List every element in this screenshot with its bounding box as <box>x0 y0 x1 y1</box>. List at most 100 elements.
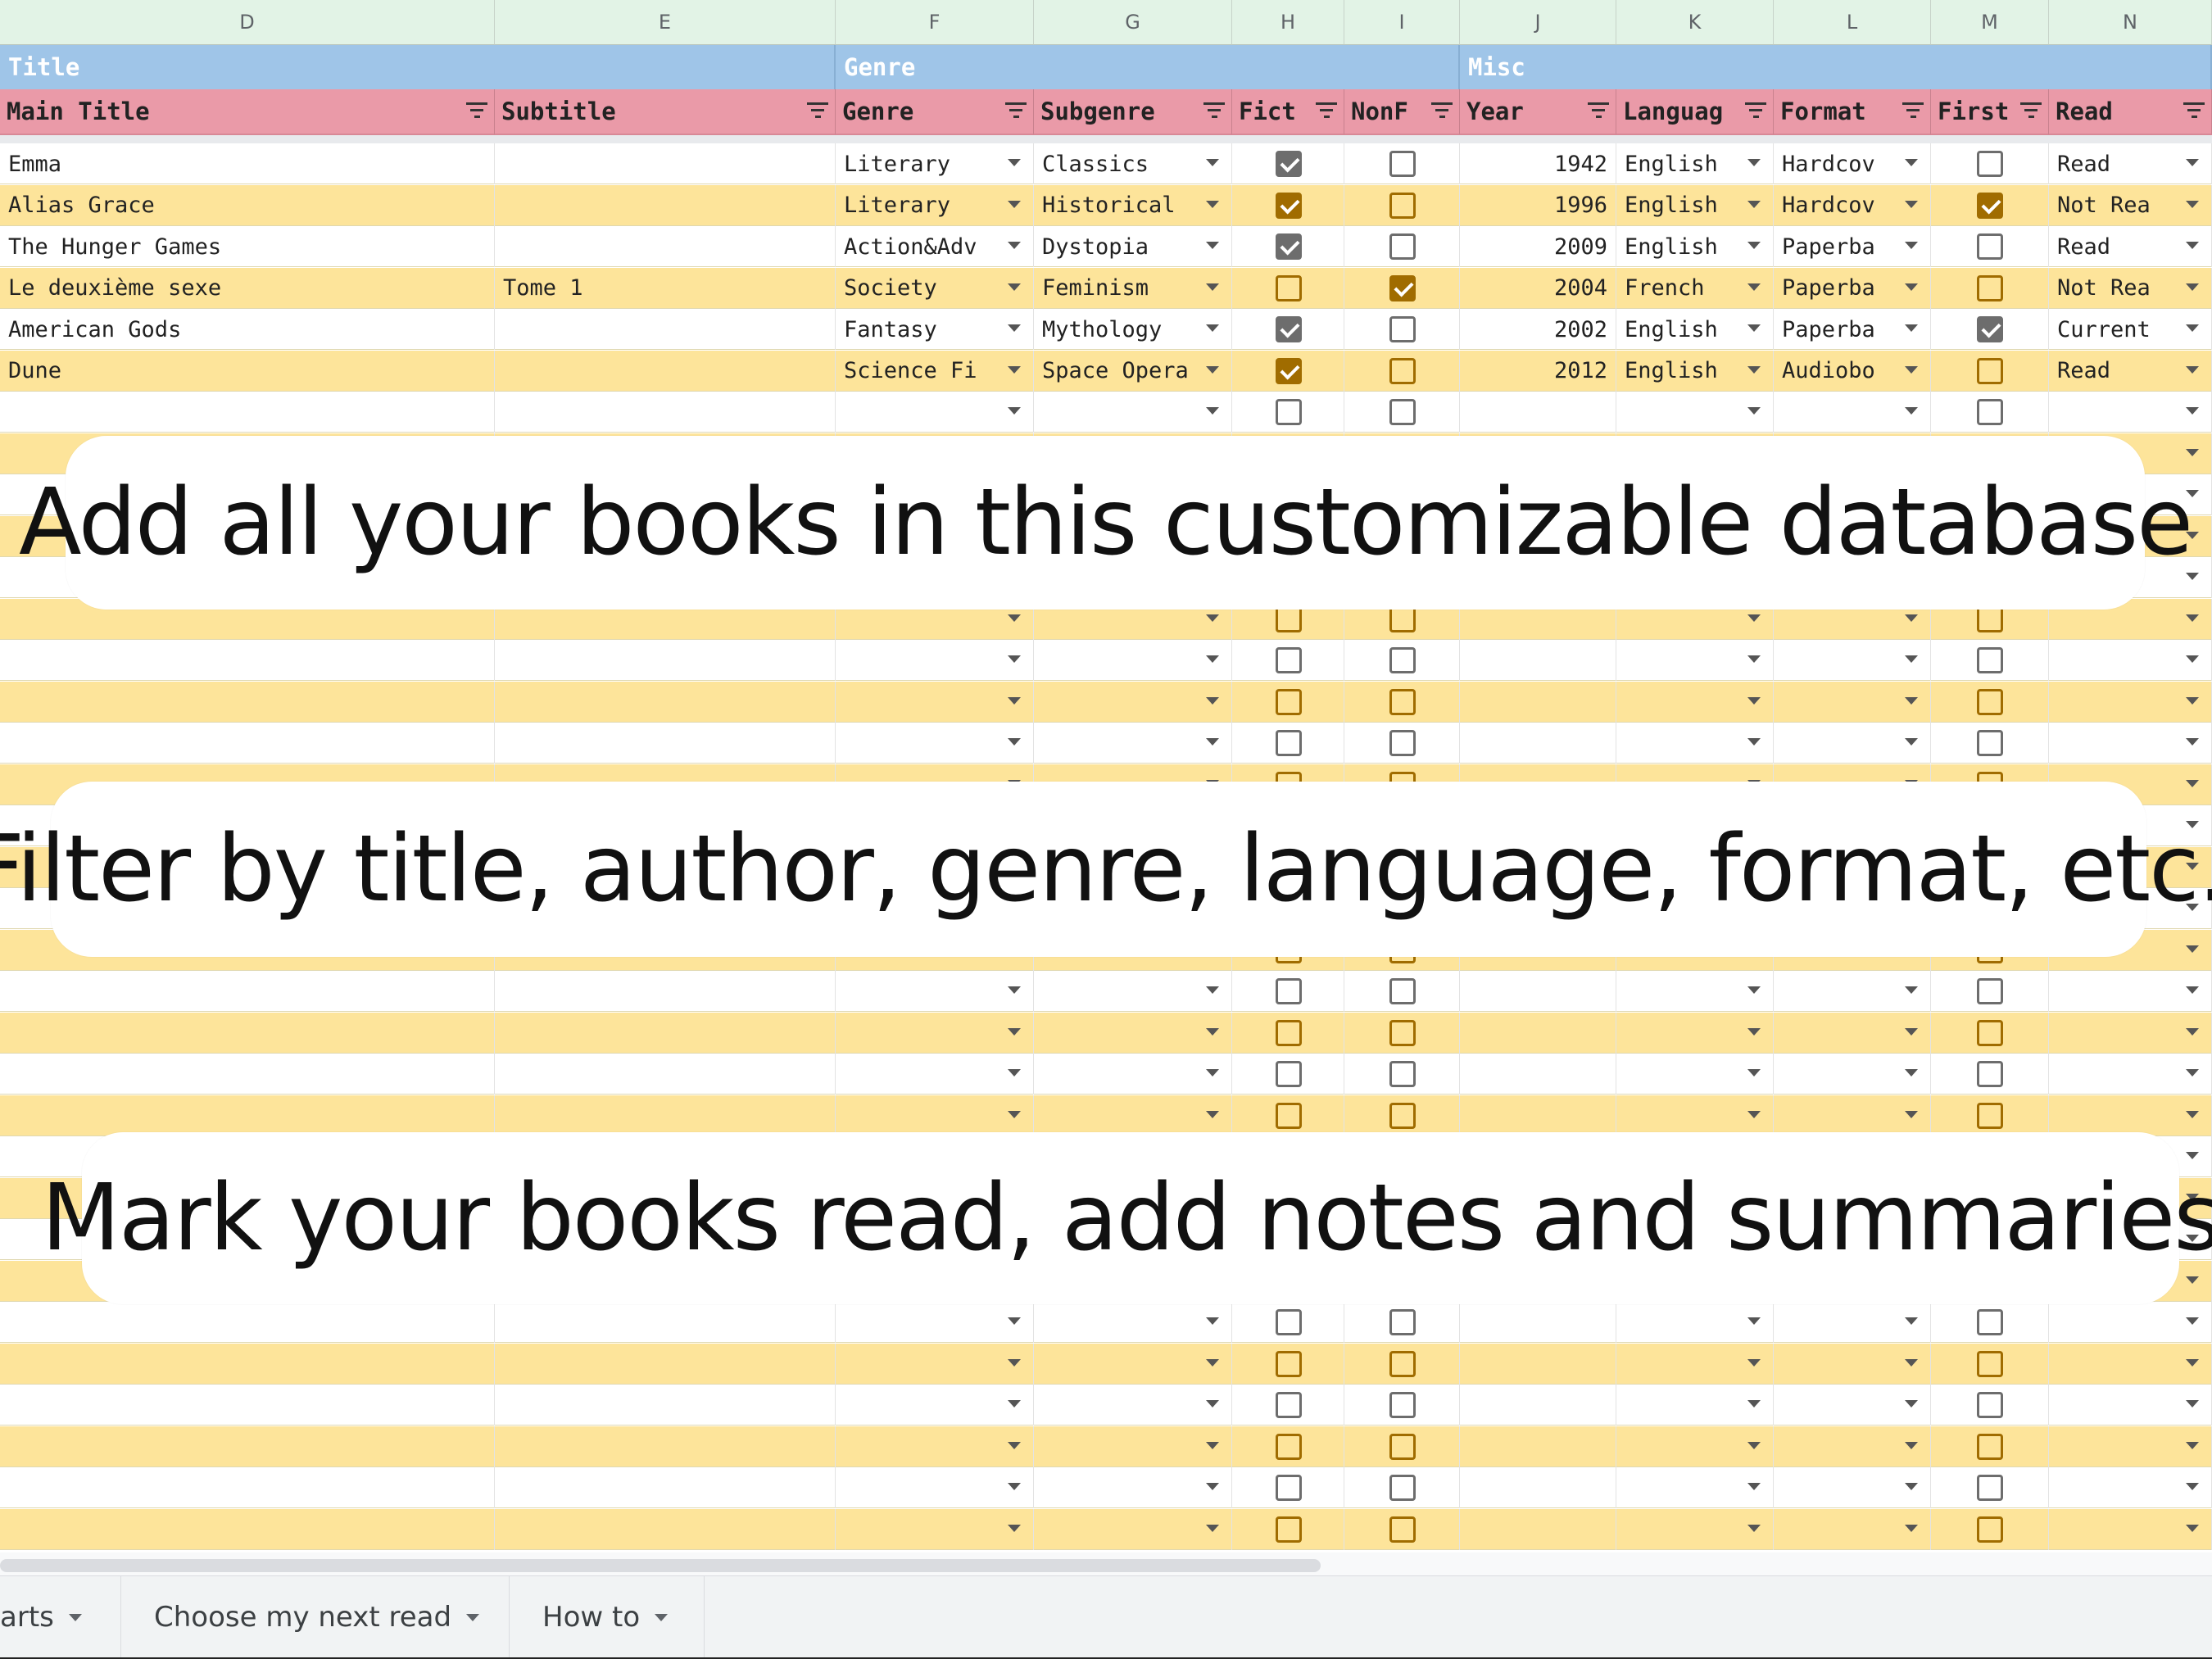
subtitle-cell[interactable] <box>495 1508 836 1550</box>
fiction-checkbox[interactable] <box>1276 1475 1302 1501</box>
nonfiction-checkbox[interactable] <box>1389 399 1416 425</box>
subgenre-cell[interactable] <box>1034 1095 1232 1136</box>
subgenre-cell[interactable] <box>1034 1054 1232 1095</box>
year-cell[interactable]: 2002 <box>1460 309 1616 350</box>
nonfiction-checkbox[interactable] <box>1389 1350 1416 1377</box>
filter-icon[interactable] <box>1902 102 1924 120</box>
dropdown-arrow-icon[interactable] <box>1905 1441 1918 1449</box>
dropdown-arrow-icon[interactable] <box>1008 1400 1021 1407</box>
nonfiction-checkbox[interactable] <box>1389 151 1416 177</box>
dropdown-arrow-icon[interactable] <box>1747 738 1761 746</box>
subtitle-cell[interactable] <box>495 1426 836 1467</box>
dropdown-arrow-icon[interactable] <box>2186 365 2199 374</box>
column-header[interactable]: Main Title <box>0 89 495 135</box>
fiction-checkbox[interactable] <box>1276 233 1302 260</box>
genre-cell[interactable]: Literary <box>836 184 1034 226</box>
subgenre-cell[interactable] <box>1034 392 1232 433</box>
nonfiction-checkbox[interactable] <box>1389 1309 1416 1335</box>
genre-cell[interactable]: Action&Adv <box>836 226 1034 267</box>
dropdown-arrow-icon[interactable] <box>1747 1483 1761 1490</box>
dropdown-arrow-icon[interactable] <box>2186 1400 2199 1407</box>
fiction-checkbox[interactable] <box>1276 647 1302 673</box>
genre-cell[interactable] <box>836 1467 1034 1508</box>
filter-icon[interactable] <box>807 102 828 120</box>
column-letter-d[interactable]: D <box>0 0 495 45</box>
dropdown-arrow-icon[interactable] <box>2186 696 2199 705</box>
dropdown-arrow-icon[interactable] <box>1008 1524 1021 1532</box>
column-letter-n[interactable]: N <box>2049 0 2212 45</box>
dropdown-arrow-icon[interactable] <box>1747 1317 1761 1325</box>
dropdown-arrow-icon[interactable] <box>1206 1358 1219 1367</box>
subgenre-cell[interactable]: Mythology <box>1034 309 1232 350</box>
year-cell[interactable] <box>1460 1012 1616 1054</box>
first-edition-checkbox[interactable] <box>1977 1061 2003 1087</box>
dropdown-arrow-icon[interactable] <box>2186 1152 2199 1159</box>
fiction-checkbox[interactable] <box>1276 1061 1302 1087</box>
subtitle-cell[interactable] <box>495 1095 836 1136</box>
dropdown-arrow-icon[interactable] <box>2186 1110 2199 1118</box>
main-title-cell[interactable]: Dune <box>0 350 495 392</box>
year-cell[interactable] <box>1460 1385 1616 1426</box>
subtitle-cell[interactable] <box>495 1054 836 1095</box>
main-title-cell[interactable] <box>0 640 495 681</box>
genre-cell[interactable] <box>836 1054 1034 1095</box>
subtitle-cell[interactable] <box>495 309 836 350</box>
fiction-checkbox[interactable] <box>1276 1433 1302 1460</box>
chevron-down-icon[interactable] <box>68 1613 82 1621</box>
column-header[interactable]: Genre <box>836 89 1034 135</box>
dropdown-arrow-icon[interactable] <box>1008 1441 1021 1449</box>
fiction-checkbox[interactable] <box>1276 192 1302 219</box>
year-cell[interactable]: 1996 <box>1460 184 1616 226</box>
first-edition-checkbox[interactable] <box>1977 1433 2003 1460</box>
subgenre-cell[interactable] <box>1034 681 1232 723</box>
subgenre-cell[interactable] <box>1034 640 1232 681</box>
dropdown-arrow-icon[interactable] <box>1008 242 1021 249</box>
dropdown-arrow-icon[interactable] <box>2186 407 2199 415</box>
subgenre-cell[interactable] <box>1034 1426 1232 1467</box>
dropdown-arrow-icon[interactable] <box>2186 448 2199 456</box>
column-letter-f[interactable]: F <box>836 0 1034 45</box>
dropdown-arrow-icon[interactable] <box>2186 200 2199 208</box>
dropdown-arrow-icon[interactable] <box>2186 986 2199 994</box>
genre-cell[interactable] <box>836 1508 1034 1550</box>
dropdown-arrow-icon[interactable] <box>1905 1358 1918 1367</box>
first-edition-checkbox[interactable] <box>1977 399 2003 425</box>
dropdown-arrow-icon[interactable] <box>1008 614 1021 622</box>
dropdown-arrow-icon[interactable] <box>2186 159 2199 166</box>
dropdown-arrow-icon[interactable] <box>1905 1400 1918 1407</box>
column-letter-j[interactable]: J <box>1460 0 1616 45</box>
subgenre-cell[interactable]: Classics <box>1034 143 1232 184</box>
fiction-checkbox[interactable] <box>1276 151 1302 177</box>
first-edition-checkbox[interactable] <box>1977 151 2003 177</box>
dropdown-arrow-icon[interactable] <box>1747 1524 1761 1532</box>
main-title-cell[interactable]: Emma <box>0 143 495 184</box>
filter-icon[interactable] <box>466 102 487 120</box>
first-edition-checkbox[interactable] <box>1977 688 2003 715</box>
year-cell[interactable]: 2009 <box>1460 226 1616 267</box>
main-title-cell[interactable] <box>0 681 495 723</box>
year-cell[interactable] <box>1460 640 1616 681</box>
subgenre-cell[interactable] <box>1034 1385 1232 1426</box>
column-header[interactable]: Format <box>1774 89 1931 135</box>
subtitle-cell[interactable] <box>495 723 836 764</box>
subtitle-cell[interactable] <box>495 640 836 681</box>
dropdown-arrow-icon[interactable] <box>1206 1483 1219 1490</box>
genre-cell[interactable] <box>836 1302 1034 1343</box>
subtitle-cell[interactable]: Tome 1 <box>495 267 836 309</box>
column-letter-k[interactable]: K <box>1616 0 1774 45</box>
column-header[interactable]: Subgenre <box>1034 89 1232 135</box>
subgenre-cell[interactable] <box>1034 1343 1232 1385</box>
dropdown-arrow-icon[interactable] <box>1206 324 1219 332</box>
main-title-cell[interactable]: Le deuxième sexe <box>0 267 495 309</box>
dropdown-arrow-icon[interactable] <box>1008 1317 1021 1325</box>
main-title-cell[interactable] <box>0 1385 495 1426</box>
dropdown-arrow-icon[interactable] <box>1905 1483 1918 1490</box>
sheet-tab-choose-my-next-read[interactable]: Choose my next read <box>121 1576 510 1658</box>
fiction-checkbox[interactable] <box>1276 357 1302 384</box>
nonfiction-checkbox[interactable] <box>1389 688 1416 715</box>
dropdown-arrow-icon[interactable] <box>1206 365 1219 374</box>
dropdown-arrow-icon[interactable] <box>1206 614 1219 622</box>
dropdown-arrow-icon[interactable] <box>1747 200 1761 208</box>
subtitle-cell[interactable] <box>495 1012 836 1054</box>
dropdown-arrow-icon[interactable] <box>1747 242 1761 249</box>
